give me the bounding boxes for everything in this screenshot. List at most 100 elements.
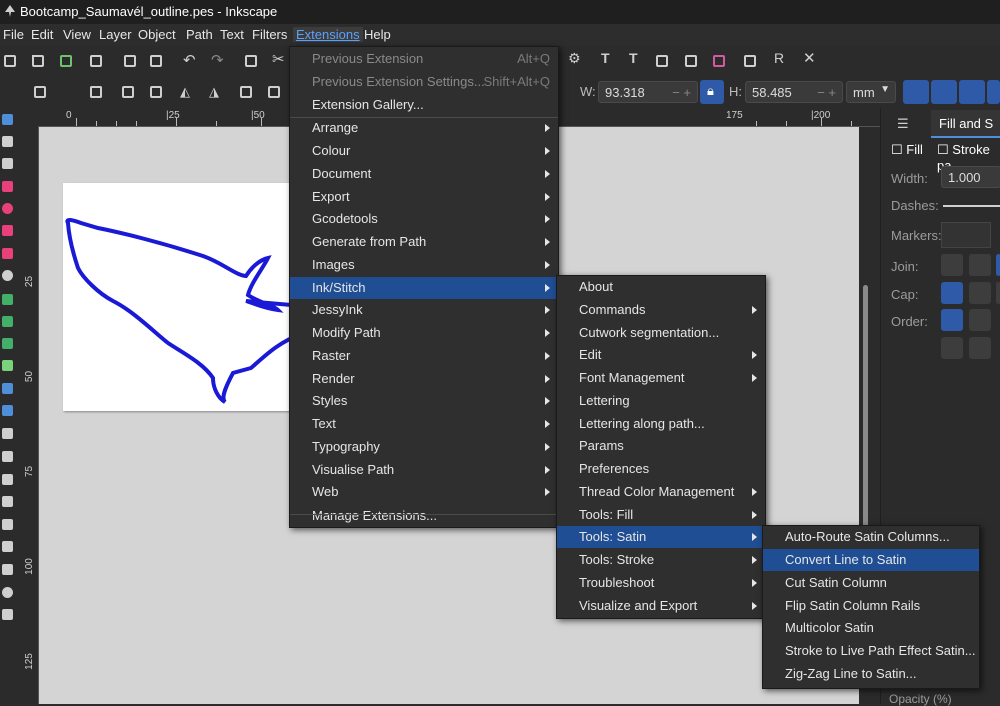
xml-editor-icon[interactable]: ⚙ (568, 50, 581, 67)
eraser-tool-icon[interactable] (2, 496, 13, 507)
menu-item-zig-zag-line-to-satin[interactable]: Zig-Zag Line to Satin... (763, 663, 979, 685)
pen-tool-icon[interactable] (2, 294, 13, 305)
menu-item-cutwork-segmentation[interactable]: Cutwork segmentation... (557, 322, 765, 344)
zoom-tool-icon[interactable] (2, 587, 13, 598)
calligraphy-tool-icon[interactable] (2, 338, 13, 349)
rectangle-tool-icon[interactable] (2, 181, 13, 192)
menu-item-tools-fill[interactable]: Tools: Fill (557, 504, 765, 526)
deselect-icon[interactable] (90, 86, 102, 98)
menu-edit[interactable]: Edit (31, 27, 53, 42)
flip-vertical-icon[interactable]: ◮ (209, 84, 219, 100)
lock-ratio-button[interactable]: 🔒︎ (700, 80, 724, 104)
unit-select[interactable]: mm ▼ (846, 81, 896, 103)
menu-item-about[interactable]: About (557, 276, 765, 298)
flip-horizontal-icon[interactable]: ◭ (180, 84, 190, 100)
print-icon[interactable] (90, 55, 102, 67)
menu-item-auto-route-satin-columns[interactable]: Auto-Route Satin Columns... (763, 526, 979, 548)
menu-help[interactable]: Help (364, 27, 391, 42)
menu-item-visualise-path[interactable]: Visualise Path (290, 459, 558, 481)
objects-icon[interactable] (685, 55, 697, 67)
menu-item-convert-line-to-satin[interactable]: Convert Line to Satin (763, 548, 979, 571)
pages-tool-icon[interactable] (2, 609, 13, 620)
tab-fill-stroke[interactable]: Fill and S (931, 110, 1000, 138)
order-stroke-fill-button[interactable] (969, 309, 991, 331)
order-fill-stroke-button[interactable] (941, 309, 963, 331)
join-round-button[interactable] (969, 254, 991, 276)
menu-item-troubleshoot[interactable]: Troubleshoot (557, 572, 765, 594)
pencil-tool-icon[interactable] (2, 316, 13, 327)
menu-item-tools-stroke[interactable]: Tools: Stroke (557, 549, 765, 571)
cap-butt-button[interactable] (941, 282, 963, 304)
menu-layer[interactable]: Layer (99, 27, 132, 42)
width-field[interactable]: 93.318 − + (598, 81, 698, 103)
menu-extensions[interactable]: Extensions (293, 27, 363, 42)
transform-corners-button[interactable] (931, 80, 957, 104)
menu-item-lettering[interactable]: Lettering (557, 390, 765, 412)
dash-pattern-select[interactable] (943, 205, 1000, 207)
stroke-width-field[interactable]: 1.000 (941, 166, 1000, 188)
menu-filters[interactable]: Filters (252, 27, 287, 42)
text-font-icon[interactable]: T (601, 50, 610, 66)
measure-tool-icon[interactable] (2, 564, 13, 575)
cut-icon[interactable]: ✂ (272, 50, 285, 68)
join-miter-button[interactable] (941, 254, 963, 276)
menu-item-raster[interactable]: Raster (290, 345, 558, 367)
menu-file[interactable]: File (3, 27, 24, 42)
menu-item-web[interactable]: Web (290, 481, 558, 503)
preferences-icon[interactable]: ✕ (803, 49, 816, 67)
menu-item-visualize-and-export[interactable]: Visualize and Export (557, 595, 765, 617)
spray-tool-icon[interactable] (2, 474, 13, 485)
redo-icon[interactable]: ↷ (211, 51, 224, 69)
cap-round-button[interactable] (969, 282, 991, 304)
mesh-tool-icon[interactable] (2, 405, 13, 416)
menu-item-stroke-to-live-path-effect-satin[interactable]: Stroke to Live Path Effect Satin... (763, 640, 979, 662)
menu-text[interactable]: Text (220, 27, 244, 42)
selector-tool-icon[interactable] (2, 114, 13, 125)
save-icon[interactable] (60, 55, 72, 67)
menu-item-render[interactable]: Render (290, 368, 558, 390)
text-tool-icon[interactable] (2, 360, 13, 371)
menu-object[interactable]: Object (138, 27, 176, 42)
menu-item-font-management[interactable]: Font Management (557, 367, 765, 389)
transform-gradients-button[interactable] (959, 80, 985, 104)
transform-patterns-button[interactable] (987, 80, 1000, 104)
undo-icon[interactable]: ↶ (183, 51, 196, 69)
connector-tool-icon[interactable] (2, 519, 13, 530)
copy-icon[interactable] (245, 55, 257, 67)
dropper-tool-icon[interactable] (2, 428, 13, 439)
shark-outline-path[interactable] (63, 183, 303, 411)
tweak-tool-icon[interactable] (2, 158, 13, 169)
box-3d-tool-icon[interactable] (2, 248, 13, 259)
menu-item-typography[interactable]: Typography (290, 436, 558, 458)
menu-item-params[interactable]: Params (557, 435, 765, 457)
menu-item-previous-extension[interactable]: Previous Extension Alt+Q (290, 48, 558, 70)
menu-item-images[interactable]: Images (290, 254, 558, 276)
ellipse-tool-icon[interactable] (2, 203, 13, 214)
menu-item-text[interactable]: Text (290, 413, 558, 435)
menu-path[interactable]: Path (186, 27, 213, 42)
menu-item-lettering-along-path[interactable]: Lettering along path... (557, 413, 765, 435)
gradient-tool-icon[interactable] (2, 383, 13, 394)
menu-item-preferences[interactable]: Preferences (557, 458, 765, 480)
node-tool-icon[interactable] (2, 136, 13, 147)
star-tool-icon[interactable] (2, 225, 13, 236)
menu-item-flip-satin-column-rails[interactable]: Flip Satin Column Rails (763, 595, 979, 617)
cap-square-button[interactable] (996, 282, 1000, 304)
menu-item-extension-gallery[interactable]: Extension Gallery... (290, 94, 558, 116)
lpe-tool-icon[interactable] (2, 541, 13, 552)
rotate-cw-icon[interactable] (150, 86, 162, 98)
menu-item-export[interactable]: Export (290, 186, 558, 208)
transform-stroke-button[interactable] (903, 80, 929, 104)
menu-item-thread-color-management[interactable]: Thread Color Management (557, 481, 765, 503)
order-markers-2-button[interactable] (969, 337, 991, 359)
lower-icon[interactable] (268, 86, 280, 98)
select-all-icon[interactable] (34, 86, 46, 98)
swatches-icon[interactable] (713, 55, 725, 67)
order-markers-button[interactable] (941, 337, 963, 359)
find-icon[interactable]: R (774, 50, 784, 66)
menu-item-modify-path[interactable]: Modify Path (290, 322, 558, 344)
paint-bucket-tool-icon[interactable] (2, 451, 13, 462)
menu-view[interactable]: View (63, 27, 91, 42)
text-tool-icon[interactable]: T (629, 50, 638, 66)
symbols-icon[interactable] (744, 55, 756, 67)
